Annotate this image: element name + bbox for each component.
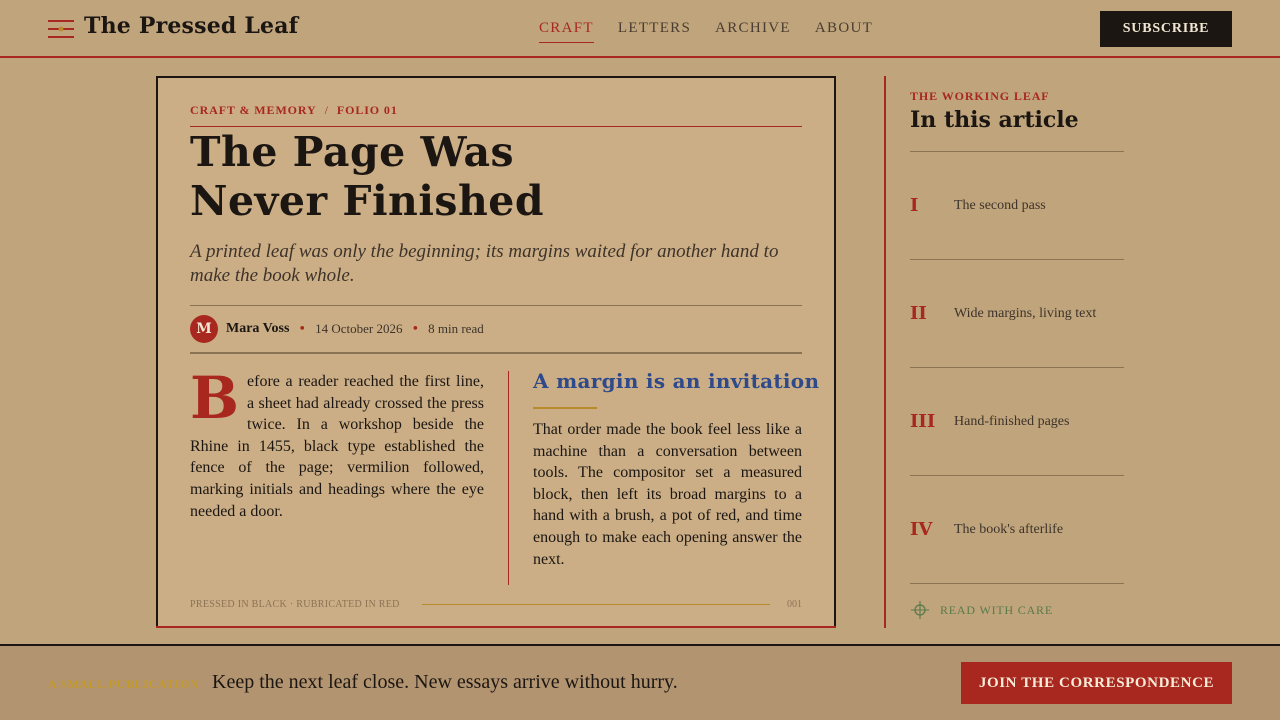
newsletter-strip: A SMALL PUBLICATION Keep the next leaf c… xyxy=(0,644,1280,720)
subscribe-button[interactable]: SUBSCRIBE xyxy=(1100,11,1232,47)
press-note: PRESSED IN BLACK · RUBRICATED IN RED xyxy=(190,599,400,610)
nav-about[interactable]: ABOUT xyxy=(815,20,873,43)
compass-icon xyxy=(911,601,929,619)
dek-rule xyxy=(190,305,802,306)
author-name[interactable]: Mara Voss xyxy=(226,321,289,337)
author-avatar[interactable]: M xyxy=(190,315,218,343)
toc-label: Hand-finished pages xyxy=(954,413,1070,429)
site-header: The Pressed Leaf CRAFT LETTERS ARCHIVE A… xyxy=(0,0,1280,58)
toc-label: The book's afterlife xyxy=(954,521,1064,537)
column-divider xyxy=(508,371,509,585)
toc-item-afterlife[interactable]: IV The book's afterlife xyxy=(910,475,1124,583)
toc-numeral: I xyxy=(910,195,919,216)
article-card: CRAFT & MEMORY / FOLIO 01 The Page Was Nev… xyxy=(156,76,836,628)
site-logo[interactable]: The Pressed Leaf xyxy=(84,13,298,39)
article-body-left: Before a reader reached the first line, … xyxy=(190,364,484,522)
sidebar-title: In this article xyxy=(910,107,1079,133)
toc-end-rule xyxy=(910,583,1124,584)
toc-numeral: III xyxy=(910,411,936,432)
toc-numeral: IV xyxy=(910,519,933,540)
category-link[interactable]: CRAFT & MEMORY xyxy=(190,103,317,117)
toc-item-second-pass[interactable]: I The second pass xyxy=(910,151,1124,259)
sidebar-kicker: THE WORKING LEAF xyxy=(910,89,1050,103)
article-title: The Page Was Never Finished xyxy=(190,128,545,225)
publish-date: 14 October 2026 xyxy=(315,321,403,336)
footnote-rule xyxy=(422,604,770,605)
read-time: 8 min read xyxy=(428,321,484,336)
byline-dot: • xyxy=(298,321,307,337)
drop-cap: B xyxy=(190,364,240,432)
kicker-separator: / xyxy=(324,103,329,117)
kicker-rule xyxy=(190,126,802,127)
toc-label: Wide margins, living text xyxy=(954,305,1097,321)
byline-rule xyxy=(190,352,802,354)
toc-item-hand-finished[interactable]: III Hand-finished pages xyxy=(910,367,1124,475)
read-with-care-label: READ WITH CARE xyxy=(940,602,1053,617)
article-dek: A printed leaf was only the beginning; i… xyxy=(190,241,779,286)
toc-numeral: II xyxy=(910,303,927,324)
article-kicker: CRAFT & MEMORY / FOLIO 01 xyxy=(190,103,398,118)
heading-underline xyxy=(533,407,597,409)
right-paragraph: That order made the book feel less like … xyxy=(533,421,802,568)
toc-label: The second pass xyxy=(954,197,1046,213)
join-correspondence-button[interactable]: JOIN THE CORRESPONDENCE xyxy=(961,662,1232,704)
nav-craft[interactable]: CRAFT xyxy=(539,20,594,43)
read-with-care-link[interactable]: READ WITH CARE xyxy=(910,600,1053,620)
page-number: 001 xyxy=(787,599,802,610)
byline-dot: • xyxy=(411,321,420,337)
nav-letters[interactable]: LETTERS xyxy=(618,20,691,43)
footer-tagline: Keep the next leaf close. New essays arr… xyxy=(212,671,678,693)
byline: M Mara Voss • 14 October 2026 • 8 min re… xyxy=(190,315,484,343)
toc-item-wide-margins[interactable]: II Wide margins, living text xyxy=(910,259,1124,367)
section-heading: A margin is an invitation xyxy=(533,369,820,393)
nav-archive[interactable]: ARCHIVE xyxy=(715,20,791,43)
folio-link[interactable]: FOLIO 01 xyxy=(337,103,398,117)
footer-kicker: A SMALL PUBLICATION xyxy=(48,677,200,691)
sidebar-rule xyxy=(884,76,886,628)
menu-icon[interactable] xyxy=(48,18,76,40)
table-of-contents: I The second pass II Wide margins, livin… xyxy=(910,151,1124,584)
main-nav: CRAFT LETTERS ARCHIVE ABOUT xyxy=(539,20,873,43)
